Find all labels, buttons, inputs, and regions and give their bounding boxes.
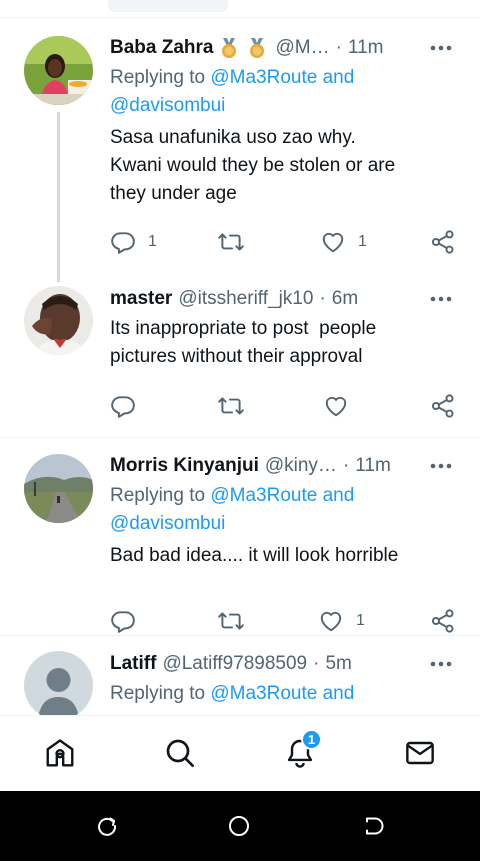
heart-icon: [322, 232, 344, 253]
handle[interactable]: @kiny…: [265, 455, 337, 477]
avatar[interactable]: [24, 651, 93, 715]
tweet-header: Morris Kinyanjui @kiny… · 11m: [110, 453, 462, 479]
tab-search[interactable]: [163, 736, 197, 770]
display-name[interactable]: master: [110, 288, 172, 310]
separator-dot: ·: [313, 653, 320, 674]
tweet-header: Latiff @Latiff97898509 · 5m: [110, 651, 462, 677]
separator-dot: ·: [342, 455, 350, 476]
mention-link[interactable]: @davisombui: [110, 513, 225, 534]
display-name[interactable]: Morris Kinyanjui: [110, 455, 259, 477]
share-button[interactable]: [430, 228, 456, 256]
bottom-navigation: 1: [0, 715, 480, 791]
reply-button[interactable]: [110, 607, 136, 635]
retweet-button[interactable]: [217, 607, 245, 635]
tab-home[interactable]: [43, 736, 77, 770]
tweet-text: Bad bad idea.... it will look horrible: [110, 545, 399, 566]
like-count: 1: [356, 612, 365, 629]
tweet-actions: 1 1: [110, 228, 460, 256]
tab-messages[interactable]: [403, 736, 437, 770]
back-button[interactable]: [360, 813, 386, 839]
previous-tweet-fragment: [108, 0, 228, 12]
separator-dot: ·: [335, 37, 342, 58]
display-name[interactable]: Latiff: [110, 653, 156, 675]
replying-to: Replying to @Ma3Route and @davisombui: [110, 67, 355, 116]
mention-link[interactable]: @Ma3Route and: [210, 485, 354, 506]
like-button[interactable]: [323, 392, 349, 420]
retweet-button[interactable]: [217, 392, 245, 420]
like-button[interactable]: 1: [320, 228, 367, 256]
medal-icon: [245, 36, 269, 60]
tweet-actions: 1: [110, 607, 460, 635]
share-icon: [431, 394, 454, 418]
retweet-button[interactable]: [217, 228, 245, 256]
road-photo-avatar: [24, 454, 93, 523]
display-name[interactable]: Baba Zahra: [110, 37, 213, 59]
tweet[interactable]: Baba Zahra @M… · 11m Replying to @Ma3Rou…: [0, 18, 480, 283]
more-options-icon[interactable]: [428, 651, 454, 677]
more-options-icon[interactable]: [428, 453, 454, 479]
search-icon: [166, 739, 194, 767]
mention-link[interactable]: @davisombui: [110, 95, 225, 116]
recents-button[interactable]: [94, 813, 120, 839]
home-button[interactable]: [226, 813, 252, 839]
share-icon: [431, 230, 454, 254]
avatar[interactable]: [24, 36, 93, 105]
reply-icon: [111, 232, 135, 254]
like-button[interactable]: 1: [318, 607, 365, 635]
timestamp[interactable]: 11m: [348, 37, 384, 59]
girl-photo-avatar: [24, 36, 93, 105]
like-count: 1: [358, 233, 367, 250]
share-button[interactable]: [430, 607, 456, 635]
default-profile-avatar: [24, 651, 93, 715]
reply-button[interactable]: [110, 392, 136, 420]
tweet-header: Baba Zahra @M… · 11m: [110, 35, 462, 61]
notification-badge: 1: [301, 729, 322, 750]
mention-link[interactable]: @Ma3Route and: [210, 67, 354, 88]
share-button[interactable]: [430, 392, 456, 420]
tweet[interactable]: master @itssheriff_jk10 · 6m Its inappro…: [0, 283, 480, 438]
replying-to: Replying to @Ma3Route and @davisombui: [110, 485, 355, 534]
home-icon: [46, 739, 74, 767]
timestamp[interactable]: 5m: [325, 653, 351, 675]
heart-icon: [320, 611, 342, 632]
timestamp[interactable]: 6m: [332, 288, 358, 310]
thread-line: [57, 112, 60, 282]
reply-count: 1: [148, 233, 157, 250]
circle-home-icon: [229, 816, 249, 836]
tweet-actions: [110, 392, 460, 420]
avatar[interactable]: [24, 454, 93, 523]
retweet-icon: [218, 397, 244, 415]
mention-link[interactable]: @Ma3Route and: [210, 683, 354, 704]
tweet-text: Its inappropriate to post people picture…: [110, 318, 377, 367]
mail-icon: [406, 741, 434, 765]
tweet[interactable]: Latiff @Latiff97898509 · 5m Replying to …: [0, 637, 480, 715]
tweet-text: Sasa unafunika uso zao why. Kwani would …: [110, 127, 396, 204]
reply-icon: [111, 396, 135, 418]
share-icon: [431, 609, 454, 633]
back-icon: [366, 817, 384, 835]
retweet-icon: [218, 612, 244, 630]
tweet[interactable]: Morris Kinyanjui @kiny… · 11m Replying t…: [0, 439, 480, 636]
timestamp[interactable]: 11m: [355, 455, 391, 477]
tweet-header: master @itssheriff_jk10 · 6m: [110, 286, 462, 312]
retweet-icon: [218, 233, 244, 251]
handle[interactable]: @M…: [275, 37, 329, 59]
reply-button[interactable]: 1: [110, 228, 157, 256]
man-photo-avatar: [24, 286, 93, 355]
medal-icon: [217, 36, 241, 60]
system-navigation-bar: [0, 791, 480, 861]
separator-dot: ·: [319, 288, 326, 309]
handle[interactable]: @Latiff97898509: [162, 653, 307, 675]
more-options-icon[interactable]: [428, 286, 454, 312]
more-options-icon[interactable]: [428, 35, 454, 61]
recents-icon: [98, 817, 117, 836]
avatar[interactable]: [24, 286, 93, 355]
reply-icon: [111, 611, 135, 633]
heart-icon: [325, 396, 347, 417]
reply-feed[interactable]: Baba Zahra @M… · 11m Replying to @Ma3Rou…: [0, 18, 480, 715]
handle[interactable]: @itssheriff_jk10: [178, 288, 313, 310]
replying-to: Replying to @Ma3Route and: [110, 683, 355, 704]
